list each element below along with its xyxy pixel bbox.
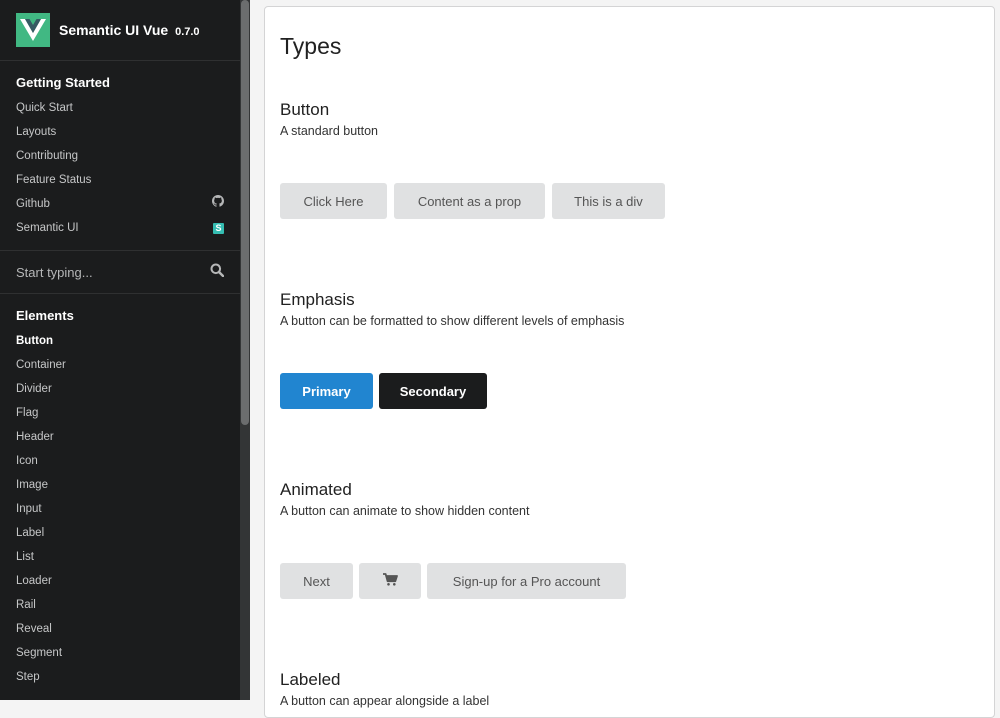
sidebar-item-github[interactable]: Github [0,192,240,216]
section-heading-labeled: Labeled [280,670,341,689]
sidebar-item-divider[interactable]: Divider [0,377,240,401]
sidebar-item-label: Label [16,527,45,539]
vue-logo-icon [16,13,50,47]
main-content: Types Button A standard button Click Her… [264,6,995,718]
sidebar-item-step[interactable]: Step [0,665,240,689]
sidebar-item-label: Divider [16,383,52,395]
brand-version: 0.7.0 [175,26,200,38]
section-heading-emphasis: Emphasis [280,290,355,309]
section-title-getting-started[interactable]: Getting Started [0,73,240,96]
sidebar-item-segment[interactable]: Segment [0,641,240,665]
sidebar-item-label: Input [16,503,42,515]
brand-title: Semantic UI Vue 0.7.0 [59,22,200,38]
button-row-animated: Next Sign-up for a Pro account [280,563,626,599]
getting-started-section: Getting Started Quick Start Layouts Cont… [0,61,240,251]
sidebar-item-button[interactable]: Button [0,329,240,353]
semantic-ui-icon: S [213,222,224,234]
sidebar-item-label[interactable]: Label [0,521,240,545]
sidebar-item-label: Rail [16,599,36,611]
button-row-standard: Click Here Content as a prop This is a d… [280,183,665,219]
sidebar-item-quick-start[interactable]: Quick Start [0,96,240,120]
section-heading-animated: Animated [280,480,352,499]
sidebar-item-contributing[interactable]: Contributing [0,144,240,168]
sidebar-item-label: Icon [16,455,38,467]
sidebar-item-semantic-ui[interactable]: Semantic UI S [0,216,240,240]
sidebar-item-label: Github [16,198,50,210]
section-heading-button: Button [280,100,330,119]
primary-button[interactable]: Primary [280,373,373,409]
section-description-labeled: A button can appear alongside a label [280,694,490,708]
sidebar-item-feature-status[interactable]: Feature Status [0,168,240,192]
sidebar-item-label: Quick Start [16,102,73,114]
sidebar-item-header[interactable]: Header [0,425,240,449]
sidebar-item-loader[interactable]: Loader [0,569,240,593]
sidebar-item-label: Image [16,479,48,491]
page-title: Types [280,33,342,59]
sidebar-item-label: Contributing [16,150,79,162]
sidebar-item-flag[interactable]: Flag [0,401,240,425]
secondary-button[interactable]: Secondary [379,373,487,409]
sidebar-item-label: Button [16,335,54,347]
section-description-button: A standard button [280,124,378,138]
brand-header[interactable]: Semantic UI Vue 0.7.0 [0,0,240,61]
signup-pro-button[interactable]: Sign-up for a Pro account [427,563,626,599]
section-description-animated: A button can animate to show hidden cont… [280,504,530,518]
sidebar: Semantic UI Vue 0.7.0 Getting Started Qu… [0,0,240,700]
cart-button[interactable] [359,563,421,599]
sidebar-item-label: Reveal [16,623,52,635]
sidebar-item-layouts[interactable]: Layouts [0,120,240,144]
sidebar-item-label: List [16,551,34,563]
sidebar-item-label: Layouts [16,126,57,138]
click-here-button[interactable]: Click Here [280,183,387,219]
sidebar-item-icon[interactable]: Icon [0,449,240,473]
sidebar-item-label: Feature Status [16,174,92,186]
div-button[interactable]: This is a div [552,183,665,219]
sidebar-item-label: Flag [16,407,39,419]
sidebar-item-label: Segment [16,647,63,659]
section-title-elements[interactable]: Elements [0,306,240,329]
sidebar-item-rail[interactable]: Rail [0,593,240,617]
search-input[interactable] [16,264,196,280]
github-icon [212,192,224,216]
next-button[interactable]: Next [280,563,353,599]
content-as-prop-button[interactable]: Content as a prop [394,183,545,219]
sidebar-item-label: Semantic UI [16,222,79,234]
sidebar-item-label: Header [16,431,54,443]
brand-name: Semantic UI Vue [59,22,169,38]
sidebar-item-list[interactable]: List [0,545,240,569]
sidebar-item-label: Container [16,359,66,371]
sidebar-item-input[interactable]: Input [0,497,240,521]
sidebar-search [0,251,240,294]
button-row-emphasis: Primary Secondary [280,373,487,409]
sidebar-scrollbar-thumb[interactable] [241,0,249,425]
section-description-emphasis: A button can be formatted to show differ… [280,314,625,328]
sidebar-item-image[interactable]: Image [0,473,240,497]
sidebar-item-container[interactable]: Container [0,353,240,377]
sidebar-item-label: Step [16,671,40,683]
search-icon[interactable] [210,263,225,282]
sidebar-item-reveal[interactable]: Reveal [0,617,240,641]
elements-section: Elements Button Container Divider Flag H… [0,294,240,699]
sidebar-item-label: Loader [16,575,52,587]
cart-icon [382,573,398,589]
